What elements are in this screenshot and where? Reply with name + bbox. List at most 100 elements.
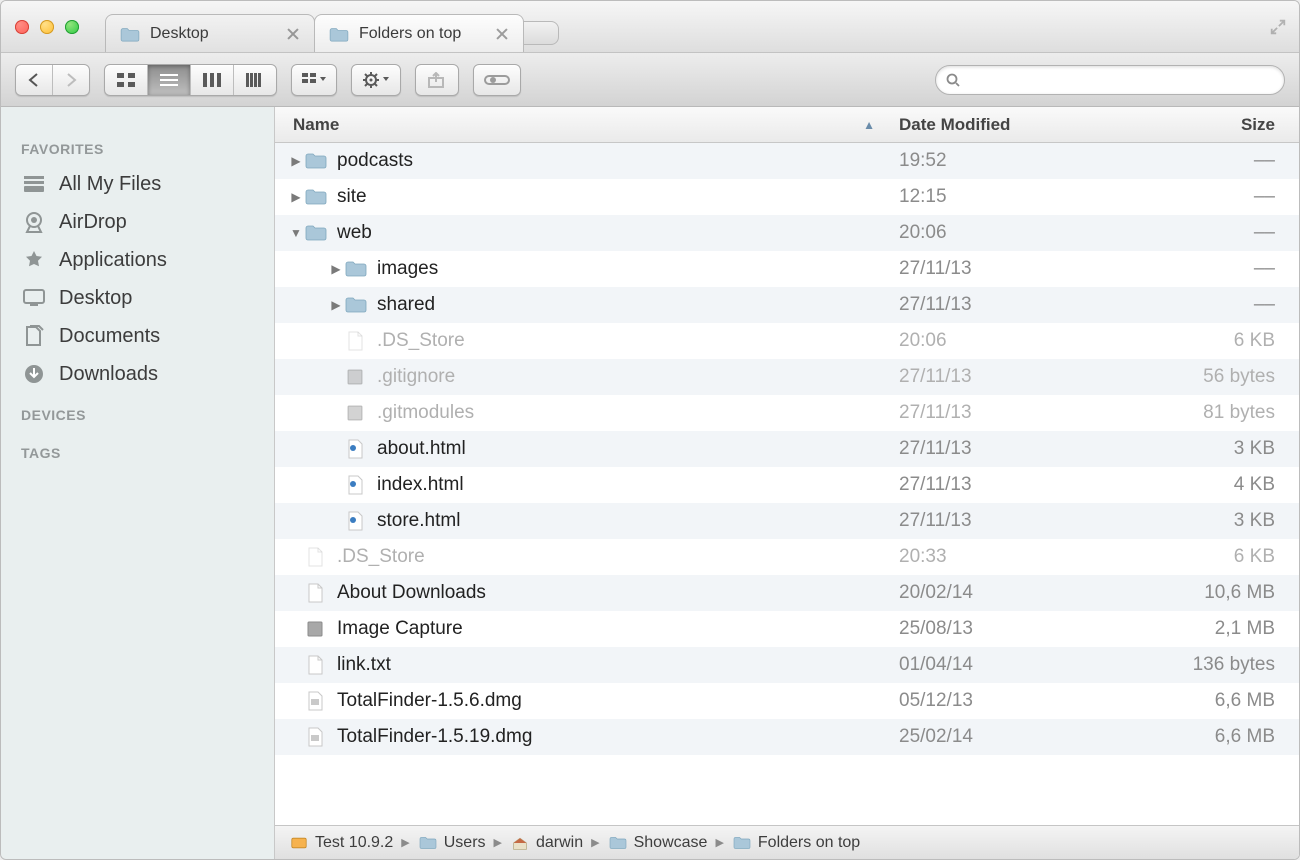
file-row[interactable]: ▶ site 12:15 –– xyxy=(275,179,1299,215)
disclosure-triangle-icon[interactable]: ▶ xyxy=(289,154,303,168)
view-icon-button[interactable] xyxy=(105,65,148,95)
nav-back-button[interactable] xyxy=(16,65,53,95)
stack-icon xyxy=(21,172,47,196)
tags-button[interactable] xyxy=(473,64,521,96)
html-file-icon xyxy=(343,510,369,532)
file-row[interactable]: About Downloads 20/02/14 10,6 MB xyxy=(275,575,1299,611)
folder-icon xyxy=(343,294,369,316)
file-size: 6,6 MB xyxy=(1139,726,1299,748)
sidebar-item-label: All My Files xyxy=(59,173,161,196)
file-rows: ▶ podcasts 19:52 –– ▶ site 12:15 –– ▼ we… xyxy=(275,143,1299,825)
new-tab-button[interactable] xyxy=(523,21,559,45)
disclosure-triangle-icon[interactable]: ▼ xyxy=(289,226,303,240)
file-row[interactable]: TotalFinder-1.5.19.dmg 25/02/14 6,6 MB xyxy=(275,719,1299,755)
html-file-icon xyxy=(343,438,369,460)
sidebar-item[interactable]: Documents xyxy=(1,317,274,355)
view-list-button[interactable] xyxy=(148,65,191,95)
file-name: .gitmodules xyxy=(377,402,474,424)
folder-icon xyxy=(608,835,628,851)
folder-icon xyxy=(418,835,438,851)
file-date: 05/12/13 xyxy=(889,690,1139,712)
file-size: –– xyxy=(1139,186,1299,208)
file-row[interactable]: ▶ podcasts 19:52 –– xyxy=(275,143,1299,179)
sidebar-item-label: Documents xyxy=(59,325,160,348)
file-size: 56 bytes xyxy=(1139,366,1299,388)
sidebar-item[interactable]: All My Files xyxy=(1,165,274,203)
window-close-icon[interactable] xyxy=(15,20,29,34)
sidebar-item[interactable]: Applications xyxy=(1,241,274,279)
file-row[interactable]: .DS_Store 20:06 6 KB xyxy=(275,323,1299,359)
desktop-icon xyxy=(21,286,47,310)
path-item[interactable]: Folders on top xyxy=(732,834,860,852)
unix-file-icon xyxy=(343,402,369,424)
column-date-modified[interactable]: Date Modified xyxy=(889,115,1139,135)
fullscreen-icon[interactable] xyxy=(1269,18,1287,36)
file-row[interactable]: TotalFinder-1.5.6.dmg 05/12/13 6,6 MB xyxy=(275,683,1299,719)
file-row[interactable]: link.txt 01/04/14 136 bytes xyxy=(275,647,1299,683)
tab-label: Folders on top xyxy=(359,25,495,43)
action-button[interactable] xyxy=(351,64,401,96)
share-button[interactable] xyxy=(415,64,459,96)
arrange-button[interactable] xyxy=(291,64,337,96)
file-row[interactable]: Image Capture 25/08/13 2,1 MB xyxy=(275,611,1299,647)
sort-ascending-icon: ▲ xyxy=(863,118,875,132)
sidebar-item[interactable]: AirDrop xyxy=(1,203,274,241)
path-bar: Test 10.9.2▶Users▶darwin▶Showcase▶Folder… xyxy=(275,825,1299,859)
file-size: 3 KB xyxy=(1139,510,1299,532)
search-input[interactable] xyxy=(966,72,1274,88)
folder-icon xyxy=(329,26,349,42)
folder-icon xyxy=(120,26,140,42)
file-name: About Downloads xyxy=(337,582,486,604)
tab-close-icon[interactable] xyxy=(286,27,300,41)
file-date: 20:06 xyxy=(889,222,1139,244)
disclosure-triangle-icon[interactable]: ▶ xyxy=(329,262,343,276)
nav-forward-button[interactable] xyxy=(53,65,89,95)
documents-icon xyxy=(21,324,47,348)
sidebar-item[interactable]: Desktop xyxy=(1,279,274,317)
file-date: 20:33 xyxy=(889,546,1139,568)
file-row[interactable]: about.html 27/11/13 3 KB xyxy=(275,431,1299,467)
file-row[interactable]: .DS_Store 20:33 6 KB xyxy=(275,539,1299,575)
view-column-button[interactable] xyxy=(191,65,234,95)
disclosure-triangle-icon[interactable]: ▶ xyxy=(329,298,343,312)
tab[interactable]: Desktop xyxy=(105,14,315,52)
column-size[interactable]: Size xyxy=(1139,115,1299,135)
path-item[interactable]: Users xyxy=(418,834,486,852)
file-size: 10,6 MB xyxy=(1139,582,1299,604)
file-row[interactable]: store.html 27/11/13 3 KB xyxy=(275,503,1299,539)
path-label: Test 10.9.2 xyxy=(315,834,393,852)
file-row[interactable]: ▶ images 27/11/13 –– xyxy=(275,251,1299,287)
column-name[interactable]: Name ▲ xyxy=(275,115,889,135)
tab[interactable]: Folders on top xyxy=(314,14,524,52)
dmg-file-icon xyxy=(303,726,329,748)
file-name: about.html xyxy=(377,438,466,460)
file-size: –– xyxy=(1139,258,1299,280)
toolbar xyxy=(1,53,1299,107)
view-coverflow-button[interactable] xyxy=(234,65,276,95)
sidebar-heading: FAVORITES xyxy=(1,127,274,165)
path-item[interactable]: Showcase xyxy=(608,834,708,852)
path-label: Folders on top xyxy=(758,834,860,852)
file-row[interactable]: .gitmodules 27/11/13 81 bytes xyxy=(275,395,1299,431)
sidebar-item-label: Desktop xyxy=(59,287,132,310)
folder-icon xyxy=(303,150,329,172)
file-list-pane: Name ▲ Date Modified Size ▶ podcasts 19:… xyxy=(275,107,1299,859)
file-row[interactable]: ▶ shared 27/11/13 –– xyxy=(275,287,1299,323)
app-icon xyxy=(303,618,329,640)
path-item[interactable]: Test 10.9.2 xyxy=(289,834,393,852)
window-minimize-icon[interactable] xyxy=(40,20,54,34)
file-name: images xyxy=(377,258,438,280)
file-date: 20:06 xyxy=(889,330,1139,352)
file-name: .DS_Store xyxy=(337,546,425,568)
search-field[interactable] xyxy=(935,65,1285,95)
nav-back-forward xyxy=(15,64,90,96)
file-row[interactable]: .gitignore 27/11/13 56 bytes xyxy=(275,359,1299,395)
file-row[interactable]: ▼ web 20:06 –– xyxy=(275,215,1299,251)
tab-close-icon[interactable] xyxy=(495,27,509,41)
file-row[interactable]: index.html 27/11/13 4 KB xyxy=(275,467,1299,503)
disclosure-triangle-icon[interactable]: ▶ xyxy=(289,190,303,204)
sidebar-item[interactable]: Downloads xyxy=(1,355,274,393)
drive-icon xyxy=(289,835,309,851)
path-item[interactable]: darwin xyxy=(510,834,583,852)
window-zoom-icon[interactable] xyxy=(65,20,79,34)
